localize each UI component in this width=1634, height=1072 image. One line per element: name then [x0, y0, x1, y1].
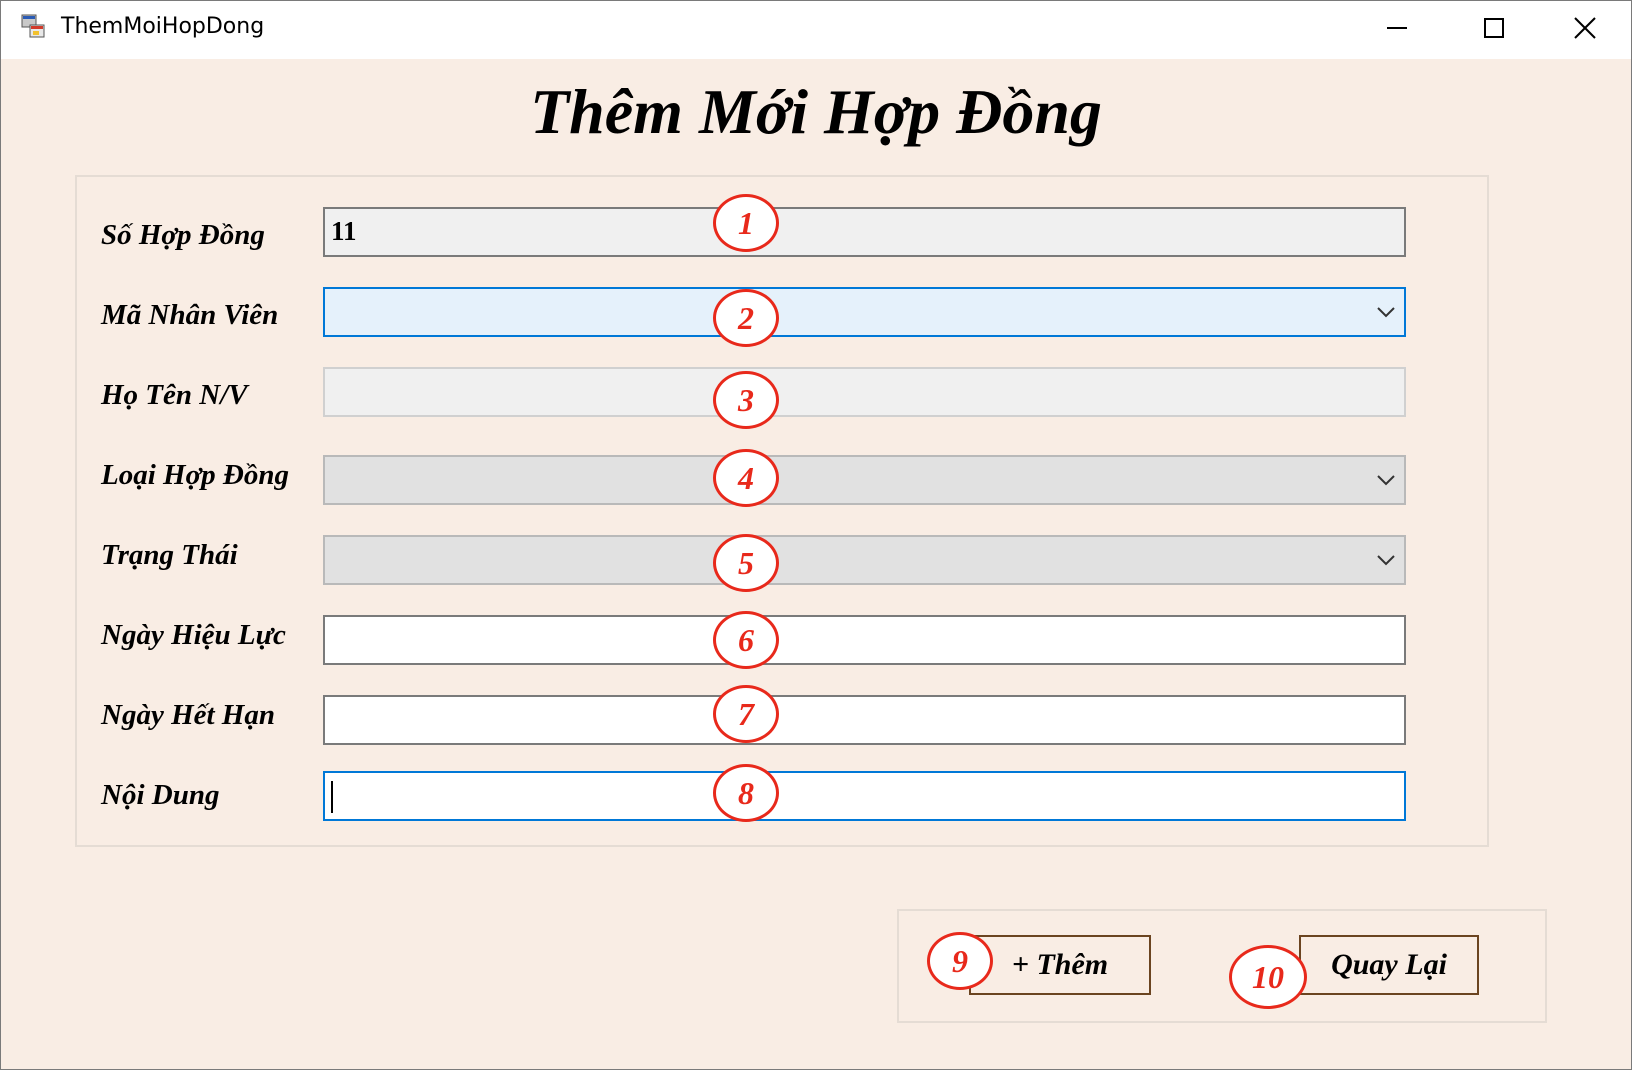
label-so-hop-dong: Số Hợp Đồng	[101, 219, 265, 251]
chevron-down-icon[interactable]	[1376, 304, 1396, 320]
form-window: ThemMoiHopDong Thêm Mới Hợp Đồng Số Hợp …	[0, 0, 1632, 1070]
annotation-marker-7: 7	[713, 685, 779, 743]
annotation-marker-6: 6	[713, 611, 779, 669]
label-ho-ten-nv: Họ Tên N/V	[101, 379, 248, 411]
loai-hop-dong-combobox[interactable]	[323, 455, 1406, 505]
ngay-hieu-luc-field[interactable]	[323, 615, 1406, 665]
noi-dung-field[interactable]	[323, 771, 1406, 821]
ngay-het-han-field[interactable]	[323, 695, 1406, 745]
ho-ten-nv-field[interactable]	[323, 367, 1406, 417]
window-title: ThemMoiHopDong	[61, 14, 265, 39]
form-heading: Thêm Mới Hợp Đồng	[530, 76, 1102, 147]
chevron-down-icon[interactable]	[1376, 472, 1396, 488]
chevron-down-icon[interactable]	[1376, 552, 1396, 568]
minimize-icon	[1387, 27, 1407, 29]
label-ma-nhan-vien: Mã Nhân Viên	[101, 299, 279, 331]
label-ngay-het-han: Ngày Hết Hạn	[101, 699, 275, 731]
app-icon	[21, 14, 45, 38]
label-trang-thai: Trạng Thái	[101, 539, 238, 571]
close-icon	[1574, 17, 1596, 39]
label-loai-hop-dong: Loại Hợp Đồng	[101, 459, 289, 491]
fields-group	[75, 175, 1489, 847]
maximize-icon	[1484, 18, 1504, 38]
them-button[interactable]: + Thêm	[969, 935, 1151, 995]
close-button[interactable]	[1539, 1, 1631, 55]
minimize-button[interactable]	[1351, 1, 1443, 55]
title-bar: ThemMoiHopDong	[1, 1, 1631, 59]
text-caret	[331, 781, 333, 813]
trang-thai-combobox[interactable]	[323, 535, 1406, 585]
annotation-marker-5: 5	[713, 534, 779, 592]
annotation-marker-4: 4	[713, 449, 779, 507]
so-hop-dong-value: 11	[331, 216, 357, 246]
annotation-marker-3: 3	[713, 371, 779, 429]
annotation-marker-1: 1	[713, 194, 779, 252]
annotation-marker-2: 2	[713, 289, 779, 347]
quay-lai-button[interactable]: Quay Lại	[1299, 935, 1479, 995]
ma-nhan-vien-combobox[interactable]	[323, 287, 1406, 337]
label-noi-dung: Nội Dung	[101, 779, 220, 811]
so-hop-dong-field[interactable]: 11	[323, 207, 1406, 257]
annotation-marker-8: 8	[713, 764, 779, 822]
label-ngay-hieu-luc: Ngày Hiệu Lực	[101, 619, 286, 651]
maximize-button[interactable]	[1448, 1, 1540, 55]
annotation-marker-9: 9	[927, 932, 993, 990]
annotation-marker-10: 10	[1229, 945, 1307, 1009]
